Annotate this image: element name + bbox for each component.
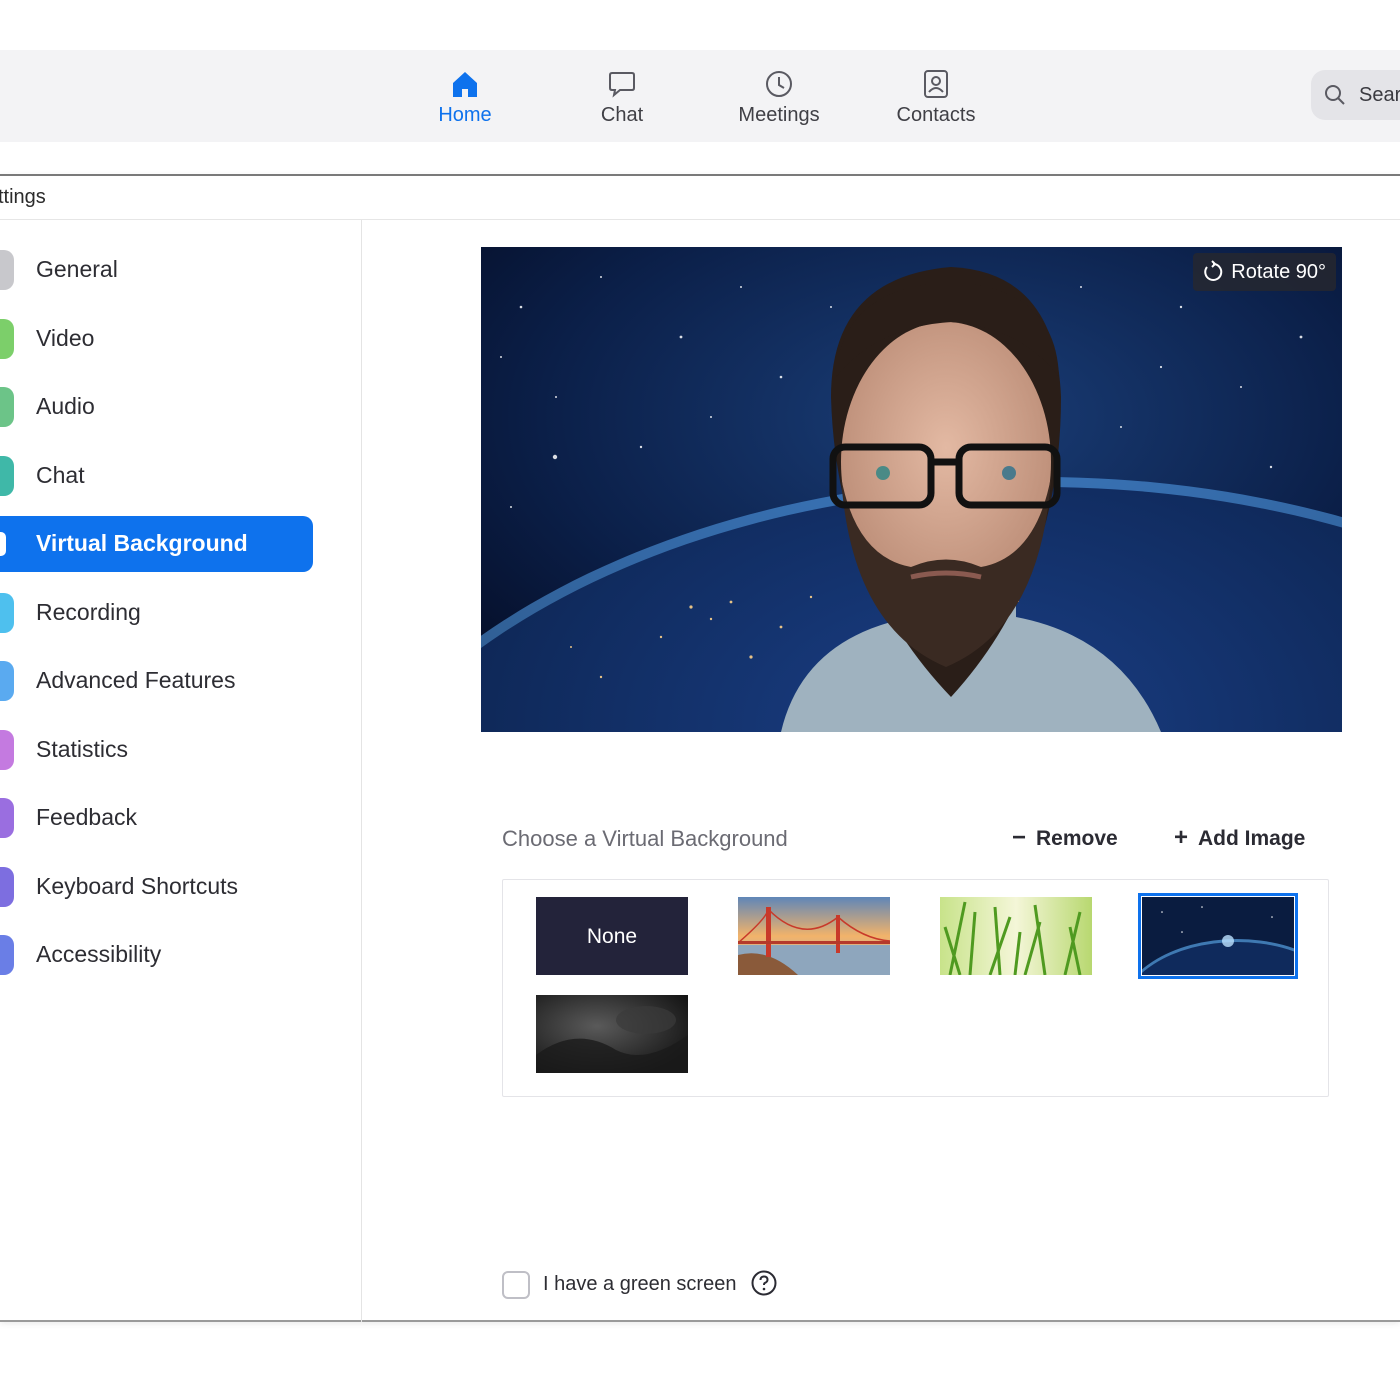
sidebar-item-general[interactable]: General — [0, 242, 313, 298]
contacts-icon — [924, 70, 948, 98]
sidebar-item-keyboard-shortcuts[interactable]: Keyboard Shortcuts — [0, 859, 313, 915]
sidebar-item-label: Video — [36, 325, 95, 351]
chat-icon — [0, 456, 14, 496]
rotate-button[interactable]: Rotate 90° — [1193, 253, 1336, 291]
recording-icon — [0, 593, 14, 633]
golden-gate-bridge-image — [738, 897, 890, 975]
background-gallery: None — [502, 879, 1329, 1097]
clock-icon — [766, 71, 792, 97]
sidebar-item-accessibility[interactable]: Accessibility — [0, 927, 313, 983]
sidebar-item-advanced-features[interactable]: Advanced Features — [0, 653, 313, 709]
home-icon — [453, 72, 477, 97]
sidebar-item-label: Feedback — [36, 804, 138, 830]
settings-sidebar: General Video Audio Chat Virtual Backgro… — [0, 220, 362, 1322]
rotate-label: Rotate 90° — [1231, 260, 1326, 283]
thumbnail-none[interactable]: None — [536, 897, 688, 975]
window-title: ttings — [0, 186, 46, 208]
sidebar-item-label: Virtual Background — [36, 530, 248, 556]
search-input[interactable]: Sear — [1311, 70, 1400, 120]
dark-texture-image — [536, 995, 688, 1073]
rotate-icon — [1204, 260, 1223, 281]
camera-preview: Rotate 90° — [481, 247, 1342, 732]
sidebar-item-recording[interactable]: Recording — [0, 585, 313, 641]
sidebar-item-label: Keyboard Shortcuts — [36, 873, 239, 899]
green-screen-checkbox[interactable] — [502, 1271, 530, 1299]
sidebar-item-audio[interactable]: Audio — [0, 379, 313, 435]
thumbnail-none-label: None — [586, 925, 638, 948]
sidebar-item-label: General — [36, 256, 118, 282]
thumbnail-golden-gate-bridge[interactable] — [738, 897, 890, 975]
sidebar-item-label: Chat — [36, 462, 85, 488]
sidebar-item-virtual-background[interactable]: Virtual Background — [0, 516, 313, 572]
accessibility-icon — [0, 935, 14, 975]
tab-meetings[interactable]: Meetings — [724, 68, 834, 128]
tab-home-label: Home — [438, 104, 492, 126]
advanced-features-icon — [0, 661, 14, 701]
search-icon — [1325, 85, 1345, 105]
sidebar-item-feedback[interactable]: Feedback — [0, 790, 313, 846]
plus-icon: + — [1174, 824, 1189, 851]
sidebar-item-label: Advanced Features — [36, 667, 236, 693]
tab-chat[interactable]: Chat — [567, 68, 677, 128]
virtual-background-icon — [0, 532, 6, 556]
sidebar-item-label: Recording — [36, 599, 141, 625]
sidebar-item-video[interactable]: Video — [0, 311, 313, 367]
keyboard-icon — [0, 867, 14, 907]
tab-home[interactable]: Home — [410, 68, 520, 128]
settings-window: ttings General Video Audio Chat Virtual … — [0, 174, 1400, 1322]
tab-contacts-label: Contacts — [896, 104, 976, 126]
space-background-image — [481, 247, 1342, 732]
tab-meetings-label: Meetings — [738, 104, 820, 126]
audio-icon — [0, 387, 14, 427]
remove-label: Remove — [1036, 827, 1118, 850]
chat-bubble-icon — [609, 72, 635, 98]
sidebar-item-label: Statistics — [36, 736, 129, 762]
thumbnail-earth-from-space[interactable] — [1138, 893, 1298, 979]
thumbnail-dark-texture[interactable] — [536, 995, 688, 1073]
add-image-label: Add Image — [1198, 827, 1306, 850]
green-screen-label: I have a green screen — [543, 1273, 737, 1295]
top-nav-bar: Home Chat Meetings Contacts Sear — [0, 50, 1400, 142]
choose-background-title: Choose a Virtual Background — [502, 826, 788, 851]
grass-image — [940, 897, 1092, 975]
statistics-icon — [0, 730, 14, 770]
thumbnail-grass[interactable] — [940, 897, 1092, 975]
remove-button[interactable]: − Remove — [1012, 824, 1118, 852]
sidebar-item-statistics[interactable]: Statistics — [0, 722, 313, 778]
general-icon — [0, 250, 14, 290]
feedback-icon — [0, 798, 14, 838]
search-placeholder: Sear — [1359, 84, 1400, 106]
minus-icon: − — [1012, 824, 1027, 851]
add-image-button[interactable]: + Add Image — [1174, 824, 1305, 852]
earth-from-space-image — [1142, 897, 1294, 975]
sidebar-item-label: Audio — [36, 393, 95, 419]
video-icon — [0, 319, 14, 359]
help-icon[interactable] — [751, 1270, 777, 1296]
sidebar-item-chat[interactable]: Chat — [0, 448, 313, 504]
tab-contacts[interactable]: Contacts — [881, 68, 991, 128]
sidebar-item-label: Accessibility — [36, 941, 162, 967]
tab-chat-label: Chat — [600, 104, 644, 126]
